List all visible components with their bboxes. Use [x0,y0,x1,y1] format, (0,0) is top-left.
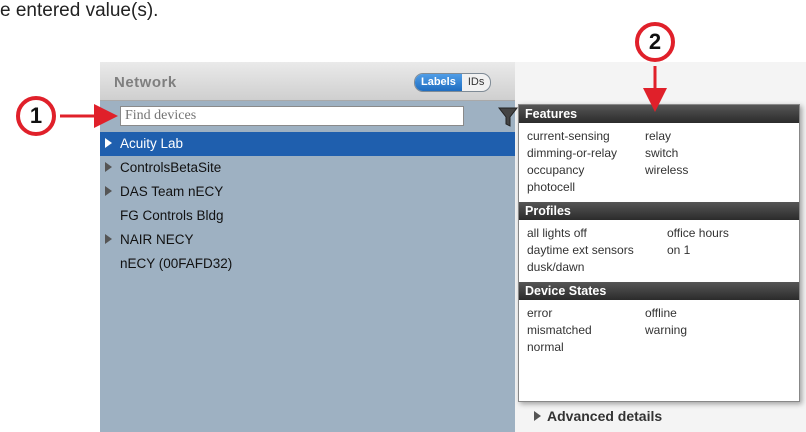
tree-item-das-team-necy[interactable]: DAS Team nECY [100,180,515,204]
callout-2: 2 [635,22,675,62]
instruction-text: e entered value(s). [0,0,159,21]
device-tree: Acuity Lab ControlsBetaSite DAS Team nEC… [100,132,515,276]
filter-option[interactable]: warning [645,322,791,338]
filter-option[interactable]: normal [527,339,645,355]
tree-item-label: FG Controls Bldg [120,208,224,223]
features-list: current-sensing relay dimming-or-relay s… [519,123,799,199]
features-section-title: Features [519,105,799,123]
filter-option[interactable]: offline [645,305,791,321]
filter-option[interactable]: on 1 [667,242,791,258]
labels-ids-toggle[interactable]: Labels IDs [414,73,492,92]
ids-toggle-button[interactable]: IDs [462,74,490,91]
advanced-details-toggle[interactable]: Advanced details [534,408,662,424]
tree-item-fg-controls-bldg[interactable]: FG Controls Bldg [100,204,515,228]
tree-item-label: Acuity Lab [120,136,184,151]
find-devices-input[interactable] [120,106,464,126]
filter-option[interactable]: photocell [527,179,645,195]
filter-option[interactable]: wireless [645,162,791,178]
filter-option[interactable]: all lights off [527,225,667,241]
device-states-section-title: Device States [519,282,799,300]
filter-icon[interactable] [498,106,518,128]
expand-arrow-icon[interactable] [105,138,112,148]
filter-option[interactable]: relay [645,128,791,144]
tree-item-controlsbetasite[interactable]: ControlsBetaSite [100,156,515,180]
expand-arrow-icon[interactable] [105,186,112,196]
panel-title: Network [114,74,177,91]
expand-arrow-icon[interactable] [105,162,112,172]
callout-1: 1 [16,96,56,136]
tree-item-label: DAS Team nECY [120,184,224,199]
tree-item-acuity-lab[interactable]: Acuity Lab [100,132,515,156]
tree-item-label: NAIR NECY [120,232,194,247]
advanced-details-label: Advanced details [547,408,663,424]
filter-option[interactable]: dusk/dawn [527,259,667,275]
expand-arrow-icon[interactable] [105,234,112,244]
callout-2-label: 2 [648,29,662,54]
filter-option[interactable]: current-sensing [527,128,645,144]
callout-1-label: 1 [29,103,43,128]
labels-toggle-button[interactable]: Labels [415,74,462,91]
filter-popup: Features current-sensing relay dimming-o… [518,104,800,402]
tree-item-nair-necy[interactable]: NAIR NECY [100,228,515,252]
filter-option[interactable]: office hours [667,225,791,241]
profiles-section-title: Profiles [519,202,799,220]
filter-option[interactable]: error [527,305,645,321]
profiles-list: all lights off office hours daytime ext … [519,220,799,279]
filter-option[interactable]: occupancy [527,162,645,178]
tree-item-necy-00fafd32[interactable]: nECY (00FAFD32) [100,252,515,276]
filter-option[interactable]: switch [645,145,791,161]
expand-arrow-icon [534,411,541,421]
filter-option[interactable]: dimming-or-relay [527,145,645,161]
filter-option[interactable]: mismatched [527,322,645,338]
tree-item-label: ControlsBetaSite [120,160,222,175]
device-states-list: error offline mismatched warning normal [519,300,799,359]
filter-option[interactable]: daytime ext sensors [527,242,667,258]
tree-item-label: nECY (00FAFD32) [120,256,233,271]
